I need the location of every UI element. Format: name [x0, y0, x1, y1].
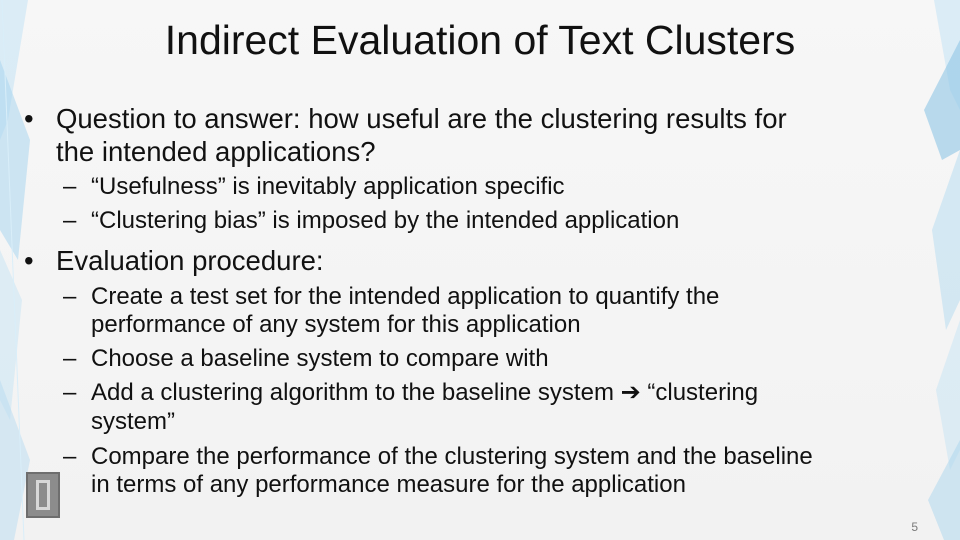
bullet-dot-icon: •	[24, 245, 34, 276]
sub-bullet-text: performance of any system for this appli…	[91, 311, 581, 338]
sub-bullet-text: system”	[91, 408, 175, 435]
sub-bullet-item: – Add a clustering algorithm to the base…	[63, 379, 759, 407]
sub-bullet-text: “Clustering bias” is imposed by the inte…	[91, 207, 680, 234]
sub-bullet-continuation: performance of any system for this appli…	[91, 311, 581, 339]
dash-icon: –	[63, 379, 77, 406]
sub-bullet-text: “Usefulness” is inevitably application s…	[91, 173, 565, 200]
sub-bullet-text: Choose a baseline system to compare with	[91, 345, 549, 372]
dash-icon: –	[63, 443, 77, 470]
bullet-item: • Evaluation procedure:	[24, 244, 324, 277]
sub-bullet-text: in terms of any performance measure for …	[91, 471, 686, 498]
page-number: 5	[911, 520, 918, 534]
dash-icon: –	[63, 345, 77, 372]
bullet-dot-icon: •	[24, 103, 34, 134]
sub-bullet-text: Add a clustering algorithm to the baseli…	[91, 379, 759, 406]
sub-bullet-item: – Compare the performance of the cluster…	[63, 443, 813, 471]
bullet-text-line: Question to answer: how useful are the c…	[56, 103, 787, 134]
bullet-item-continuation: the intended applications?	[56, 135, 376, 168]
sub-bullet-item: – “Usefulness” is inevitably application…	[63, 173, 565, 201]
sub-bullet-item: – Create a test set for the intended app…	[63, 283, 720, 311]
sub-bullet-text: Create a test set for the intended appli…	[91, 283, 720, 310]
sub-bullet-item: – “Clustering bias” is imposed by the in…	[63, 207, 680, 235]
dash-icon: –	[63, 173, 77, 200]
bullet-text-line: Evaluation procedure:	[56, 245, 324, 276]
bullet-text-line: the intended applications?	[56, 136, 376, 167]
sub-bullet-item: – Choose a baseline system to compare wi…	[63, 345, 549, 373]
slide: Indirect Evaluation of Text Clusters • Q…	[0, 0, 960, 540]
dash-icon: –	[63, 207, 77, 234]
university-logo-icon	[26, 472, 60, 518]
bullet-item: • Question to answer: how useful are the…	[24, 102, 787, 135]
sub-bullet-text: Compare the performance of the clusterin…	[91, 443, 813, 470]
dash-icon: –	[63, 283, 77, 310]
sub-bullet-continuation: in terms of any performance measure for …	[91, 471, 686, 499]
sub-bullet-continuation: system”	[91, 408, 175, 436]
bullet-list: • Question to answer: how useful are the…	[0, 0, 960, 540]
